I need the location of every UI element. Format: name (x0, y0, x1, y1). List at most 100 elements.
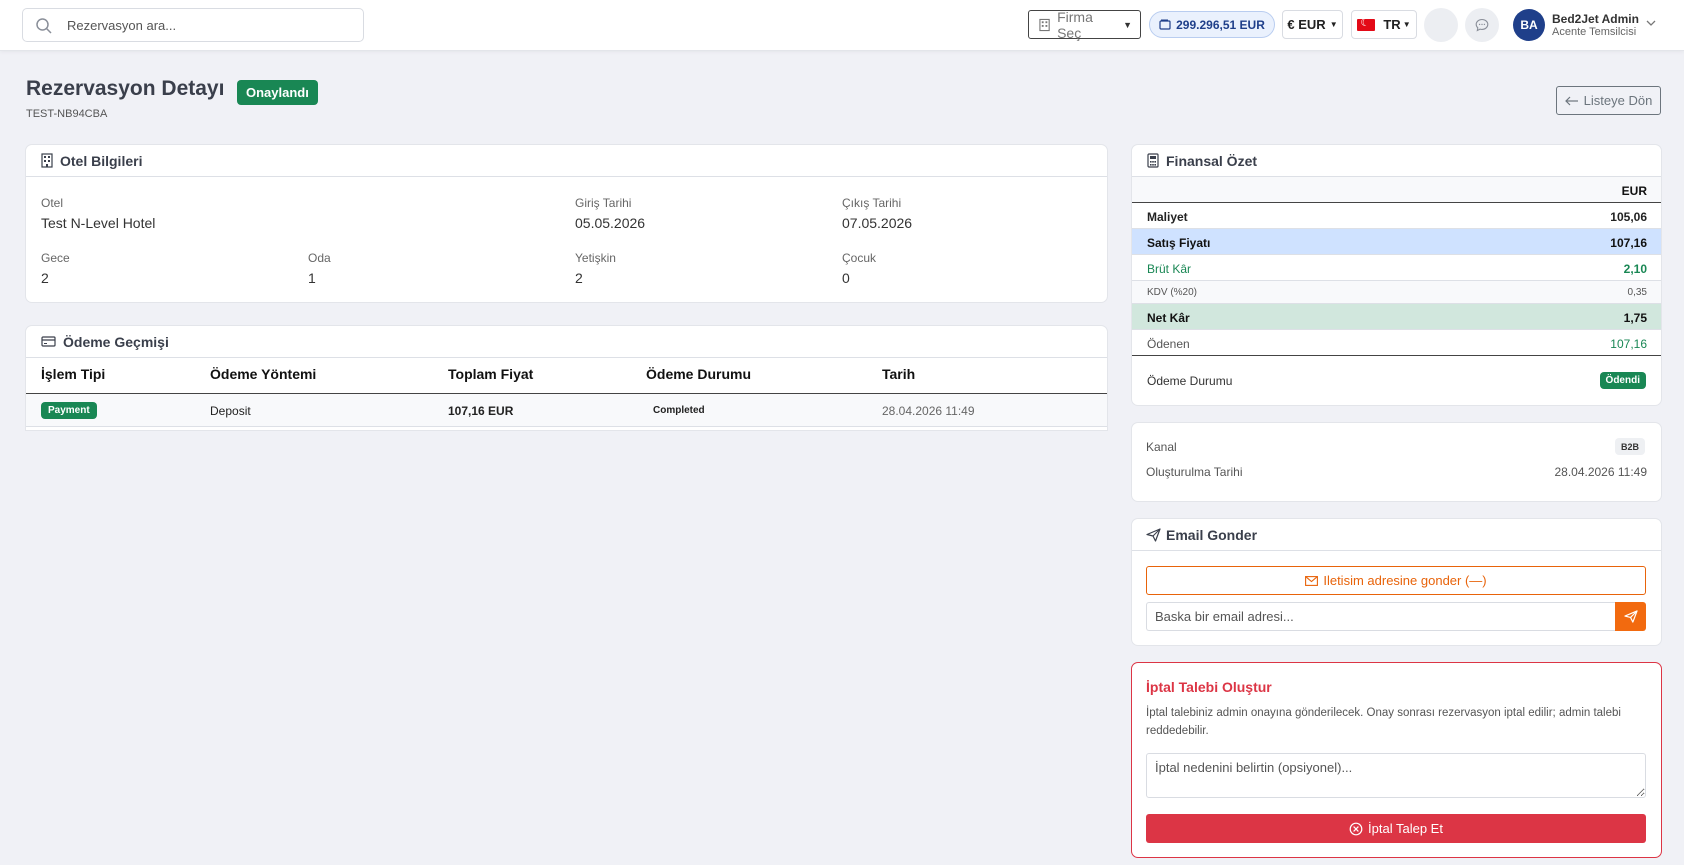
hotel-info-title: Otel Bilgileri (60, 152, 143, 169)
wallet-icon (1159, 19, 1171, 30)
finance-row-payment-status: Ödeme Durumu Ödendi (1132, 356, 1661, 405)
satis-label: Satış Fiyatı (1147, 236, 1211, 250)
meta-card: Kanal B2B Oluşturulma Tarihi 28.04.2026 … (1131, 422, 1662, 502)
user-role: Acente Temsilcisi (1552, 26, 1637, 38)
send-to-contact-button[interactable]: Iletisim adresine gonder (—) (1146, 566, 1646, 595)
hotel-label: Otel (41, 196, 64, 210)
search-input[interactable] (67, 9, 357, 41)
checkout-value: 07.05.2026 (842, 215, 913, 231)
language-select[interactable]: TR ▼ (1351, 10, 1417, 39)
cancel-request-title: İptal Talebi Oluştur (1146, 679, 1272, 695)
satis-value: 107,16 (1610, 236, 1647, 250)
top-bar: Firma Seç ▼ 299.296,51 EUR € EUR ▼ TR ▼ … (0, 0, 1684, 51)
status-badge: Onaylandı (237, 80, 318, 105)
building-icon (1039, 18, 1050, 31)
maliyet-label: Maliyet (1147, 210, 1188, 224)
send-email-button[interactable] (1615, 602, 1646, 631)
finance-row-brut: Brüt Kâr 2,10 (1132, 255, 1661, 281)
currency-select[interactable]: € EUR ▼ (1282, 10, 1343, 39)
payment-history-card: Ödeme Geçmişi İşlem Tipi Ödeme Yöntemi T… (25, 325, 1108, 431)
balance-badge[interactable]: 299.296,51 EUR (1149, 11, 1275, 38)
kdv-label: KDV (%20) (1147, 287, 1198, 298)
x-circle-icon (1349, 822, 1363, 835)
finance-row-net: Net Kâr 1,75 (1132, 304, 1661, 330)
arrow-left-icon (1564, 96, 1578, 105)
channel-badge: B2B (1614, 438, 1645, 455)
turkey-flag-icon (1357, 16, 1376, 31)
hotel-info-card: Otel Bilgileri Otel Test N-Level Hotel G… (25, 144, 1108, 303)
financial-summary-card: Finansal Özet EUR Maliyet 105,06 Satış F… (1131, 144, 1662, 406)
cancel-request-card: İptal Talebi Oluştur İptal talebiniz adm… (1131, 662, 1662, 858)
cancel-reason-input[interactable] (1146, 753, 1646, 798)
user-name[interactable]: Bed2Jet Admin (1552, 12, 1639, 26)
finance-currency-header: EUR (1621, 184, 1647, 198)
hotel-info-header: Otel Bilgileri (26, 145, 1107, 177)
nights-value: 2 (41, 270, 49, 286)
chat-button[interactable] (1465, 8, 1499, 42)
search-icon (36, 18, 52, 34)
page-title: Rezervasyon Detayı (26, 77, 225, 100)
channel-label: Kanal (1146, 440, 1177, 454)
financial-summary-title: Finansal Özet (1166, 152, 1258, 169)
language-label: TR (1383, 17, 1401, 32)
kdv-value: 0,35 (1627, 287, 1647, 298)
chat-icon (1475, 18, 1489, 32)
company-select[interactable]: Firma Seç ▼ (1028, 8, 1141, 41)
nights-label: Gece (41, 251, 70, 265)
checkin-label: Giriş Tarihi (575, 196, 632, 210)
calculator-icon (1147, 153, 1159, 168)
brut-label: Brüt Kâr (1147, 262, 1192, 276)
column-header: Tarih (882, 366, 916, 382)
net-label: Net Kâr (1147, 311, 1190, 325)
children-label: Çocuk (842, 251, 877, 265)
finance-row-kdv: KDV (%20) 0,35 (1132, 281, 1661, 304)
finance-row-maliyet: Maliyet 105,06 (1132, 203, 1661, 229)
email-header: Email Gonder (1132, 519, 1661, 551)
cancel-request-button[interactable]: İptal Talep Et (1146, 814, 1646, 843)
rooms-label: Oda (308, 251, 331, 265)
credit-card-icon (41, 336, 56, 347)
payment-table-header: İşlem Tipi Ödeme Yöntemi Toplam Fiyat Öd… (26, 358, 1107, 394)
hotel-value: Test N-Level Hotel (41, 215, 156, 231)
checkin-value: 05.05.2026 (575, 215, 646, 231)
cancel-request-label: İptal Talep Et (1368, 821, 1443, 836)
send-icon (1146, 527, 1161, 542)
payment-method: Deposit (210, 404, 251, 418)
envelope-icon (1305, 575, 1319, 586)
company-select-label: Firma Seç (1057, 8, 1093, 41)
chevron-down-icon: ▼ (1329, 20, 1338, 29)
chevron-down-icon[interactable] (1645, 17, 1657, 29)
transaction-type-badge: Payment (41, 402, 97, 419)
financial-summary-header: Finansal Özet (1132, 145, 1661, 177)
checkout-label: Çıkış Tarihi (842, 196, 902, 210)
net-value: 1,75 (1623, 311, 1647, 325)
rooms-value: 1 (308, 270, 316, 286)
column-header: Toplam Fiyat (448, 366, 534, 382)
email-title: Email Gonder (1166, 526, 1258, 543)
column-header: İşlem Tipi (41, 366, 106, 382)
table-row: Payment Deposit 107,16 EUR Completed 28.… (26, 394, 1107, 427)
currency-label: € EUR (1287, 17, 1326, 32)
children-value: 0 (842, 270, 850, 286)
notification-button[interactable] (1424, 8, 1458, 42)
payment-date: 28.04.2026 11:49 (882, 404, 975, 418)
send-to-contact-label: Iletisim adresine gonder (—) (1323, 573, 1487, 588)
finance-row-satis: Satış Fiyatı 107,16 (1132, 229, 1661, 255)
reservation-reference: TEST-NB94CBA (26, 108, 108, 120)
cancel-request-description: İptal talebiniz admin onayına gönderilec… (1146, 707, 1621, 737)
finance-row-odenen: Ödenen 107,16 (1132, 330, 1661, 356)
back-to-list-button[interactable]: Listeye Dön (1556, 86, 1661, 115)
send-icon (1623, 610, 1638, 623)
payment-status-badge: Completed (653, 405, 705, 416)
adults-label: Yetişkin (575, 251, 616, 265)
other-email-input[interactable] (1146, 602, 1615, 631)
back-to-list-label: Listeye Dön (1583, 93, 1653, 108)
avatar[interactable]: BA (1513, 9, 1545, 41)
adults-value: 2 (575, 270, 583, 286)
payment-history-title: Ödeme Geçmişi (63, 333, 169, 350)
search-box[interactable] (22, 8, 364, 42)
created-date-value: 28.04.2026 11:49 (1554, 465, 1647, 479)
email-card: Email Gonder Iletisim adresine gonder (—… (1131, 518, 1662, 646)
payment-status-label: Ödeme Durumu (1147, 374, 1233, 388)
odenen-label: Ödenen (1147, 337, 1190, 351)
